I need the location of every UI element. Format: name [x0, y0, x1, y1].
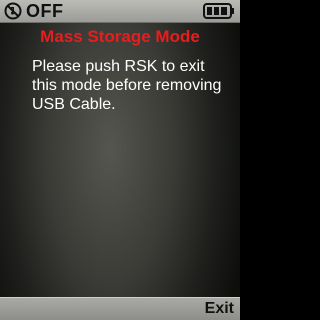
- dialog-message: Please push RSK to exit this mode before…: [32, 58, 222, 113]
- exit-softkey[interactable]: Exit: [205, 300, 234, 318]
- battery-full-icon: [203, 3, 234, 19]
- profile-status-text: OFF: [26, 1, 64, 21]
- silent-icon: [4, 2, 22, 20]
- softkey-bar: Exit: [0, 297, 240, 320]
- phone-screen: OFF Mass Storage Mode Please push RSK to…: [0, 0, 240, 320]
- dialog-title: Mass Storage Mode: [40, 27, 200, 46]
- status-bar: OFF: [0, 0, 240, 23]
